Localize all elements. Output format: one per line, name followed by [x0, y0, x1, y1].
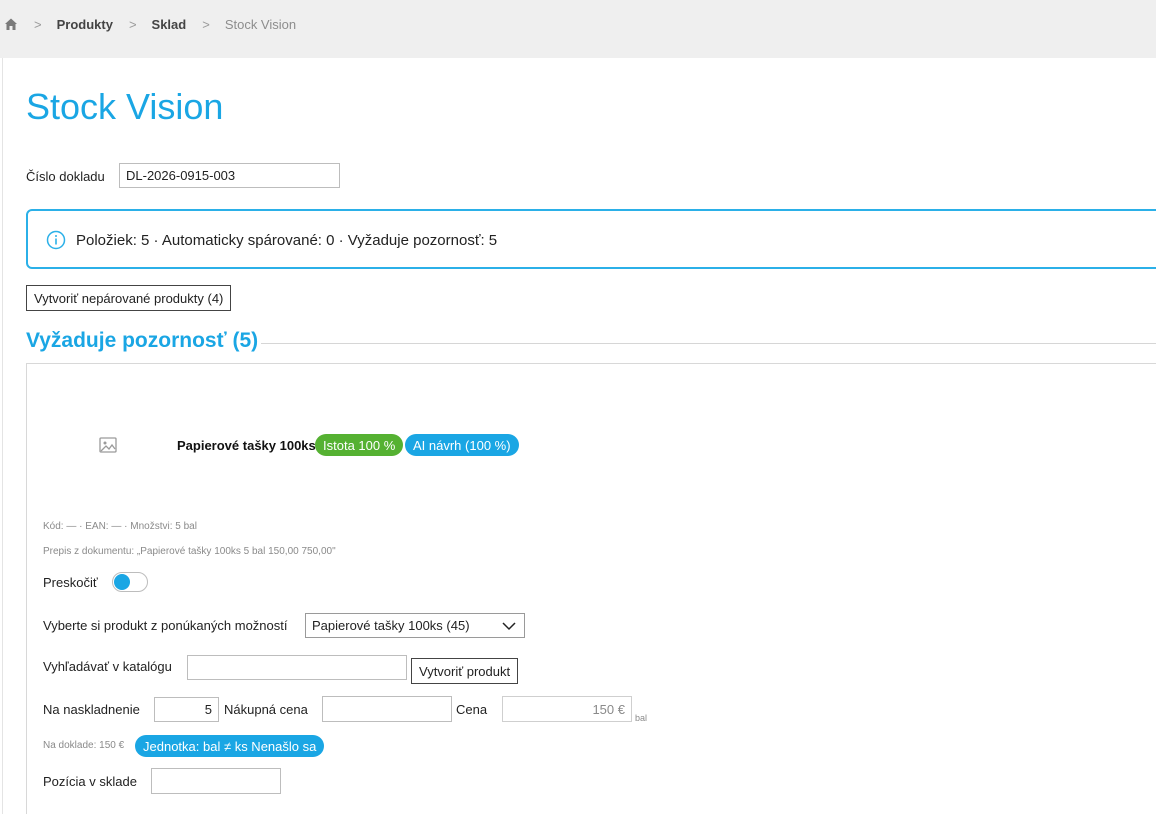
- catalog-search-label: Vyhľadávať v katalógu: [43, 659, 172, 674]
- catalog-search-input[interactable]: [187, 655, 407, 680]
- breadcrumb-separator-icon: >: [128, 16, 137, 32]
- top-bar: > Produkty > Sklad > Stock Vision: [0, 0, 1156, 58]
- price-unit: bal: [635, 713, 648, 723]
- breadcrumb-current: Stock Vision: [224, 16, 297, 32]
- item-ocr-transcript: Prepis z dokumentu: „Papierové tašky 100…: [43, 546, 336, 557]
- confidence-badge: Istota 100 %: [315, 434, 404, 456]
- ai-suggestion-badge: AI návrh (100 %): [405, 434, 519, 456]
- price-input[interactable]: [502, 696, 632, 722]
- breadcrumb-separator-icon: >: [202, 16, 210, 32]
- item-meta-code: Kód: — · EAN: — · Množstvi: 5 bal: [43, 521, 197, 532]
- product-select-label: Vyberte si produkt z ponúkaných možností: [43, 618, 288, 633]
- quantity-input[interactable]: [154, 697, 219, 722]
- skip-label: Preskočiť: [43, 575, 98, 590]
- on-document-price: Na doklade: 150 €: [43, 740, 125, 751]
- document-number-input[interactable]: [119, 163, 340, 188]
- summary-text: Položiek: 5 · Automaticky spárované: 0 ·…: [76, 232, 498, 249]
- document-number-label: Číslo dokladu: [26, 169, 105, 184]
- image-placeholder-icon: [98, 435, 118, 455]
- product-select[interactable]: Papierové tašky 100ks (45): [305, 613, 525, 638]
- breadcrumb-separator-icon: >: [34, 16, 42, 32]
- warehouse-position-label: Pozícia v sklade: [43, 774, 137, 789]
- chevron-down-icon: [502, 620, 516, 632]
- home-icon[interactable]: [4, 17, 18, 31]
- skip-toggle[interactable]: [112, 572, 148, 592]
- create-unpaired-products-button[interactable]: Vytvoriť nepárované produkty (4): [26, 285, 232, 311]
- purchase-price-label: Nákupná cena: [224, 702, 308, 717]
- create-product-button[interactable]: Vytvoriť produkt: [411, 658, 519, 684]
- product-name: Papierové tašky 100ks: [177, 438, 316, 453]
- section-title-attention: Vyžaduje pozornosť (5): [26, 329, 259, 352]
- unit-mismatch-badge: Jednotka: bal ≠ ks Nenašlo sa: [135, 735, 325, 757]
- info-icon: [46, 230, 66, 250]
- page-title: Stock Vision: [26, 86, 224, 127]
- breadcrumb: > Produkty > Sklad > Stock Vision: [4, 16, 296, 32]
- section-divider: [261, 343, 1156, 344]
- warehouse-position-input[interactable]: [151, 768, 281, 794]
- quantity-label: Na naskladnenie: [43, 702, 140, 717]
- breadcrumb-sklad[interactable]: Sklad: [152, 17, 187, 32]
- summary-info-box: Položiek: 5 · Automaticky spárované: 0 ·…: [26, 209, 1156, 269]
- purchase-price-input[interactable]: [322, 696, 452, 722]
- toggle-knob: [114, 574, 130, 590]
- breadcrumb-produkty[interactable]: Produkty: [57, 17, 113, 32]
- product-select-value: Papierové tašky 100ks (45): [312, 618, 470, 633]
- price-label: Cena: [456, 702, 488, 717]
